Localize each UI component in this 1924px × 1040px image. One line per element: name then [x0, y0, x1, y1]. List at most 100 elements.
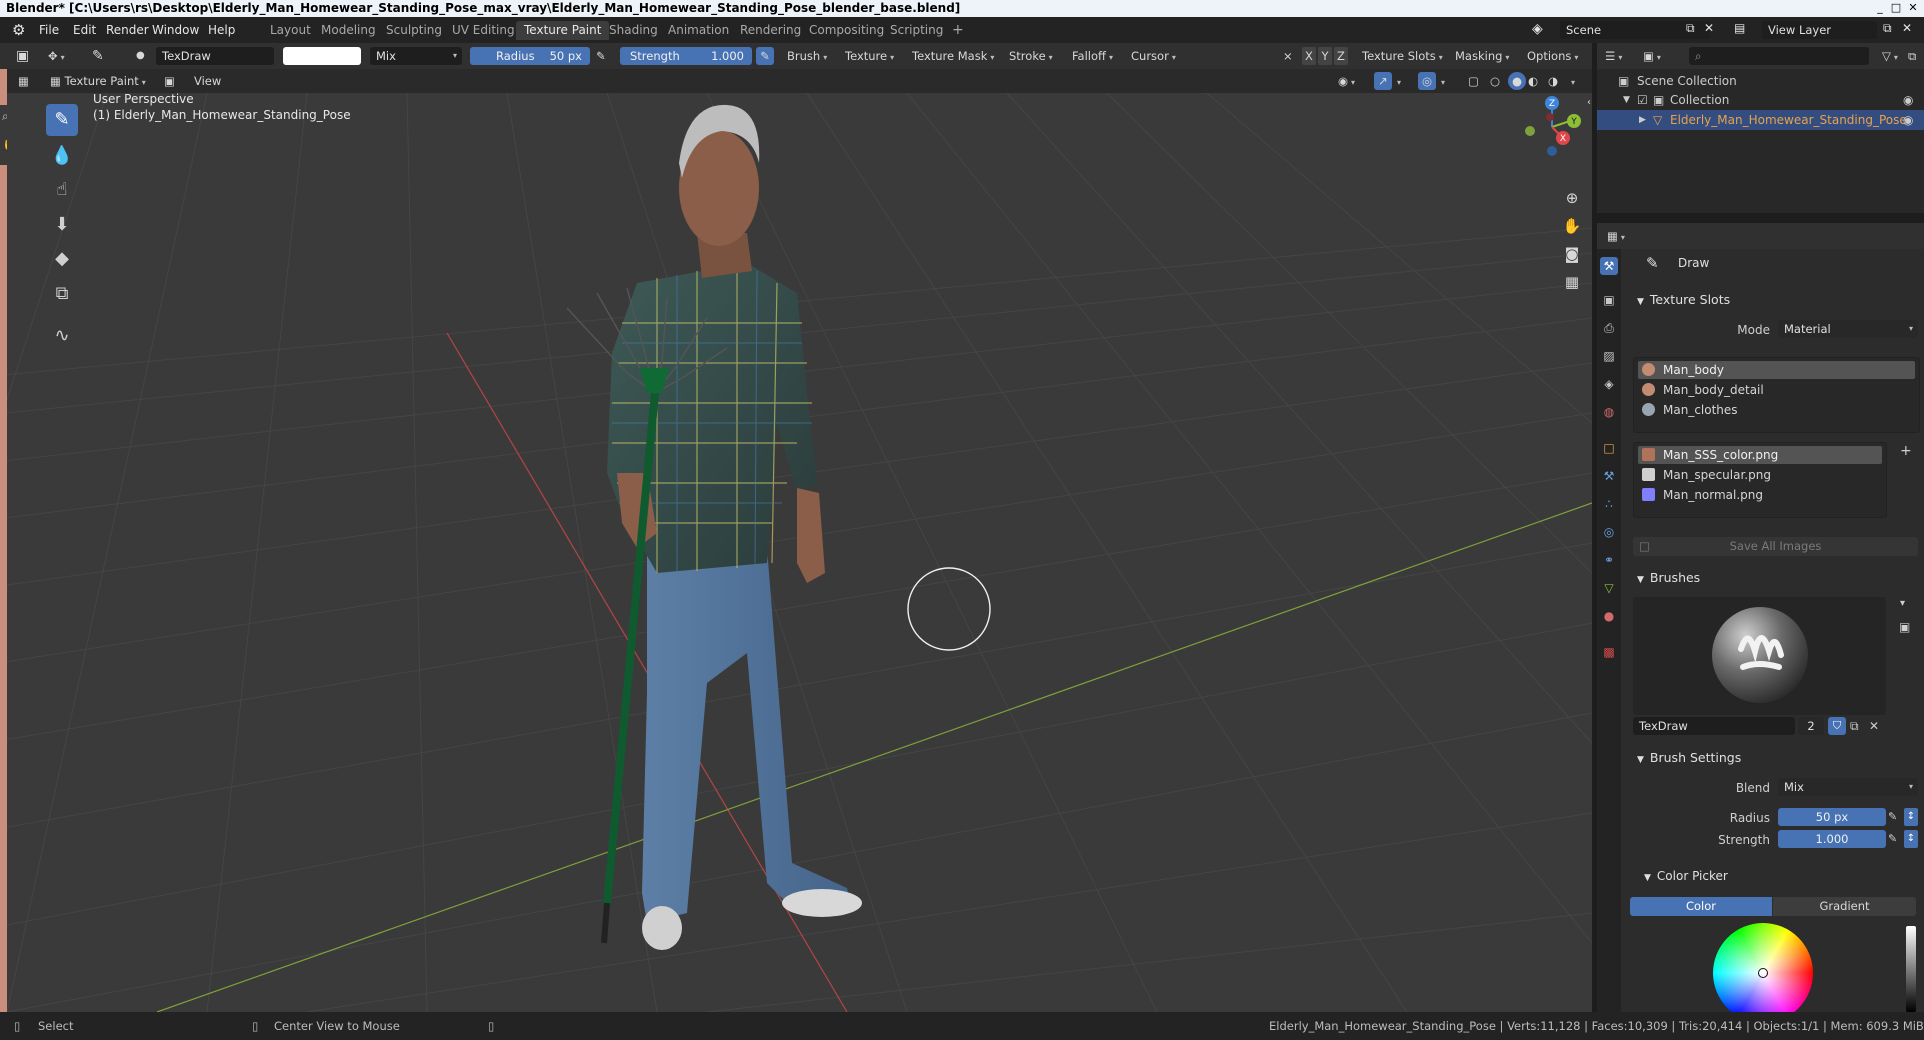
color-wheel[interactable]	[1713, 923, 1813, 1012]
mirror-x-toggle[interactable]: X	[1302, 47, 1316, 65]
list-item[interactable]: Man_SSS_color.png	[1638, 446, 1882, 464]
texture-mask-menu[interactable]: Texture Mask ▾	[912, 47, 994, 65]
material-shading-icon[interactable]: ◐	[1528, 72, 1538, 90]
list-item[interactable]: Man_body	[1638, 361, 1915, 379]
menu-window[interactable]: Window	[152, 23, 199, 37]
outliner-search-input[interactable]: ⌕	[1689, 47, 1869, 65]
tab-sculpting[interactable]: Sculpting	[378, 21, 450, 40]
delete-scene-icon[interactable]: ✕	[1704, 21, 1714, 35]
falloff-menu[interactable]: Falloff ▾	[1072, 47, 1113, 65]
tab-uv-editing[interactable]: UV Editing	[444, 21, 523, 40]
collection-expand-icon[interactable]: ▼	[1623, 90, 1630, 110]
texture-menu[interactable]: Texture ▾	[845, 47, 894, 65]
delete-view-layer-icon[interactable]: ✕	[1902, 21, 1912, 35]
new-collection-icon[interactable]: ⧉	[1908, 47, 1916, 65]
display-mode-icon[interactable]: ▣ ▾	[1643, 47, 1661, 65]
maximize-button[interactable]: □	[1888, 1, 1904, 15]
duplicate-brush-icon[interactable]: ⧉	[1850, 717, 1859, 735]
new-view-layer-icon[interactable]: ⧉	[1883, 21, 1892, 36]
material-tab-icon[interactable]: ●	[1600, 607, 1618, 625]
visibility-icon[interactable]: ◉ ▾	[1338, 72, 1355, 90]
radius-pressure-toggle-icon[interactable]: ✎	[1888, 808, 1902, 826]
brush-name-field[interactable]: TexDraw	[156, 47, 274, 65]
close-button[interactable]: ✕	[1905, 1, 1921, 15]
brush-image-icon[interactable]: ▣	[1899, 620, 1910, 634]
brush-name-input[interactable]: TexDraw	[1633, 717, 1795, 735]
smear-tool-icon[interactable]: ☝	[46, 174, 78, 206]
tab-shading[interactable]: Shading	[601, 21, 666, 40]
mode-dropdown[interactable]: ▦ Texture Paint ▾	[50, 72, 146, 90]
menu-edit[interactable]: Edit	[73, 23, 96, 37]
image-slot-list[interactable]: Man_SSS_color.png Man_specular.png Man_n…	[1633, 442, 1887, 518]
tab-modeling[interactable]: Modeling	[313, 21, 384, 40]
new-scene-icon[interactable]: ⧉	[1686, 21, 1695, 36]
blend-mode-dropdown[interactable]: Mix ▾	[370, 47, 462, 65]
overlay-dropdown[interactable]: ▾	[1438, 72, 1445, 90]
tab-animation[interactable]: Animation	[660, 21, 737, 40]
strength-slider[interactable]: Strength 1.000	[620, 47, 752, 65]
overlay-toggle-icon[interactable]: ◎	[1418, 72, 1436, 90]
annotate-tool-icon[interactable]: ∿	[46, 320, 78, 352]
minimize-button[interactable]: _	[1872, 1, 1888, 15]
gizmo-dropdown[interactable]: ▾	[1394, 72, 1401, 90]
material-slot-list[interactable]: Man_body Man_body_detail Man_clothes	[1633, 357, 1920, 433]
brush-menu-icon[interactable]: ●	[136, 47, 145, 65]
brush-list-dropdown-icon[interactable]: ▾	[1900, 598, 1905, 609]
tool-settings-icon[interactable]: ✥ ▾	[48, 47, 65, 65]
list-item[interactable]: Man_normal.png	[1638, 486, 1882, 504]
collection-checkbox[interactable]: ☑	[1637, 90, 1648, 110]
solid-shading-icon[interactable]: ●	[1508, 72, 1526, 90]
brush-menu[interactable]: Brush ▾	[787, 47, 827, 65]
cursor-menu[interactable]: Cursor ▾	[1131, 47, 1176, 65]
mirror-y-toggle[interactable]: Y	[1318, 47, 1332, 65]
editor-type-icon[interactable]: ▣	[16, 47, 29, 65]
tab-texture-paint[interactable]: Texture Paint	[516, 21, 610, 40]
physics-tab-icon[interactable]: ◎	[1600, 523, 1618, 541]
menu-help[interactable]: Help	[208, 23, 235, 37]
texture-slots-mode-dropdown[interactable]: Material ▾	[1778, 320, 1918, 338]
masking-menu[interactable]: Masking ▾	[1455, 47, 1509, 65]
constraints-tab-icon[interactable]: ⚭	[1600, 551, 1618, 569]
blender-logo-icon[interactable]: ⚙	[12, 21, 25, 39]
ortho-toggle-icon[interactable]: ▦	[1560, 270, 1584, 294]
fake-user-shield-icon[interactable]: ⛉	[1828, 717, 1846, 735]
camera-icon[interactable]: ◙	[1560, 242, 1584, 266]
options-menu[interactable]: Options ▾	[1527, 47, 1578, 65]
tool-tab-icon[interactable]: ⚒	[1600, 257, 1618, 275]
filter-icon[interactable]: ▽ ▾	[1882, 47, 1898, 65]
object-tab-icon[interactable]: □	[1600, 439, 1618, 457]
sidebar-toggle-icon[interactable]: ‹	[1584, 93, 1592, 115]
properties-editor-icon[interactable]: ▦ ▾	[1607, 227, 1625, 245]
object-expand-icon[interactable]: ▶	[1639, 110, 1646, 130]
add-texture-slot-icon[interactable]: +	[1900, 443, 1912, 459]
save-all-images-button[interactable]: □ Save All Images	[1633, 537, 1918, 556]
outliner-editor-icon[interactable]: ☰ ▾	[1605, 47, 1622, 65]
texture-slots-menu[interactable]: Texture Slots ▾	[1362, 47, 1443, 65]
outliner-row-object[interactable]: ▶ ▽ Elderly_Man_Homewear_Standing_Pose ◉	[1597, 110, 1924, 130]
color-picker-subpanel-header[interactable]: ▼ Color Picker	[1640, 866, 1728, 886]
output-tab-icon[interactable]: ⎙	[1600, 319, 1618, 337]
texture-slots-panel-header[interactable]: ▼ Texture Slots	[1625, 289, 1924, 311]
texture-tab-icon[interactable]: ▩	[1600, 643, 1618, 661]
shading-dropdown[interactable]: ▾	[1568, 72, 1575, 90]
gizmo-toggle-icon[interactable]: ↗	[1374, 72, 1392, 90]
brush-color-swatch[interactable]	[283, 47, 361, 65]
view-layer-field[interactable]: View Layer	[1762, 21, 1877, 39]
view-layer-tab-icon[interactable]: ▨	[1600, 347, 1618, 365]
brush-preview[interactable]	[1633, 597, 1886, 715]
tab-rendering[interactable]: Rendering	[732, 21, 809, 40]
gradient-tab[interactable]: Gradient	[1773, 897, 1916, 916]
fill-tool-icon[interactable]: ◆	[46, 243, 78, 275]
zoom-icon[interactable]: ⊕	[1560, 186, 1584, 210]
menu-render[interactable]: Render	[106, 23, 149, 37]
value-slider[interactable]	[1906, 926, 1916, 1012]
tab-compositing[interactable]: Compositing	[801, 21, 892, 40]
render-tab-icon[interactable]: ▣	[1600, 291, 1618, 309]
view-menu[interactable]: View	[194, 72, 221, 90]
strength-unit-toggle-icon[interactable]: ↕	[1904, 830, 1918, 848]
image-icon[interactable]: ▣	[164, 72, 175, 90]
strength-pressure-icon[interactable]: ✎	[756, 47, 774, 65]
mask-tool-icon[interactable]: ⧉	[46, 278, 78, 310]
outliner-row-scene-collection[interactable]: ▣ Scene Collection	[1597, 71, 1924, 91]
list-item[interactable]: Man_body_detail	[1638, 381, 1915, 399]
